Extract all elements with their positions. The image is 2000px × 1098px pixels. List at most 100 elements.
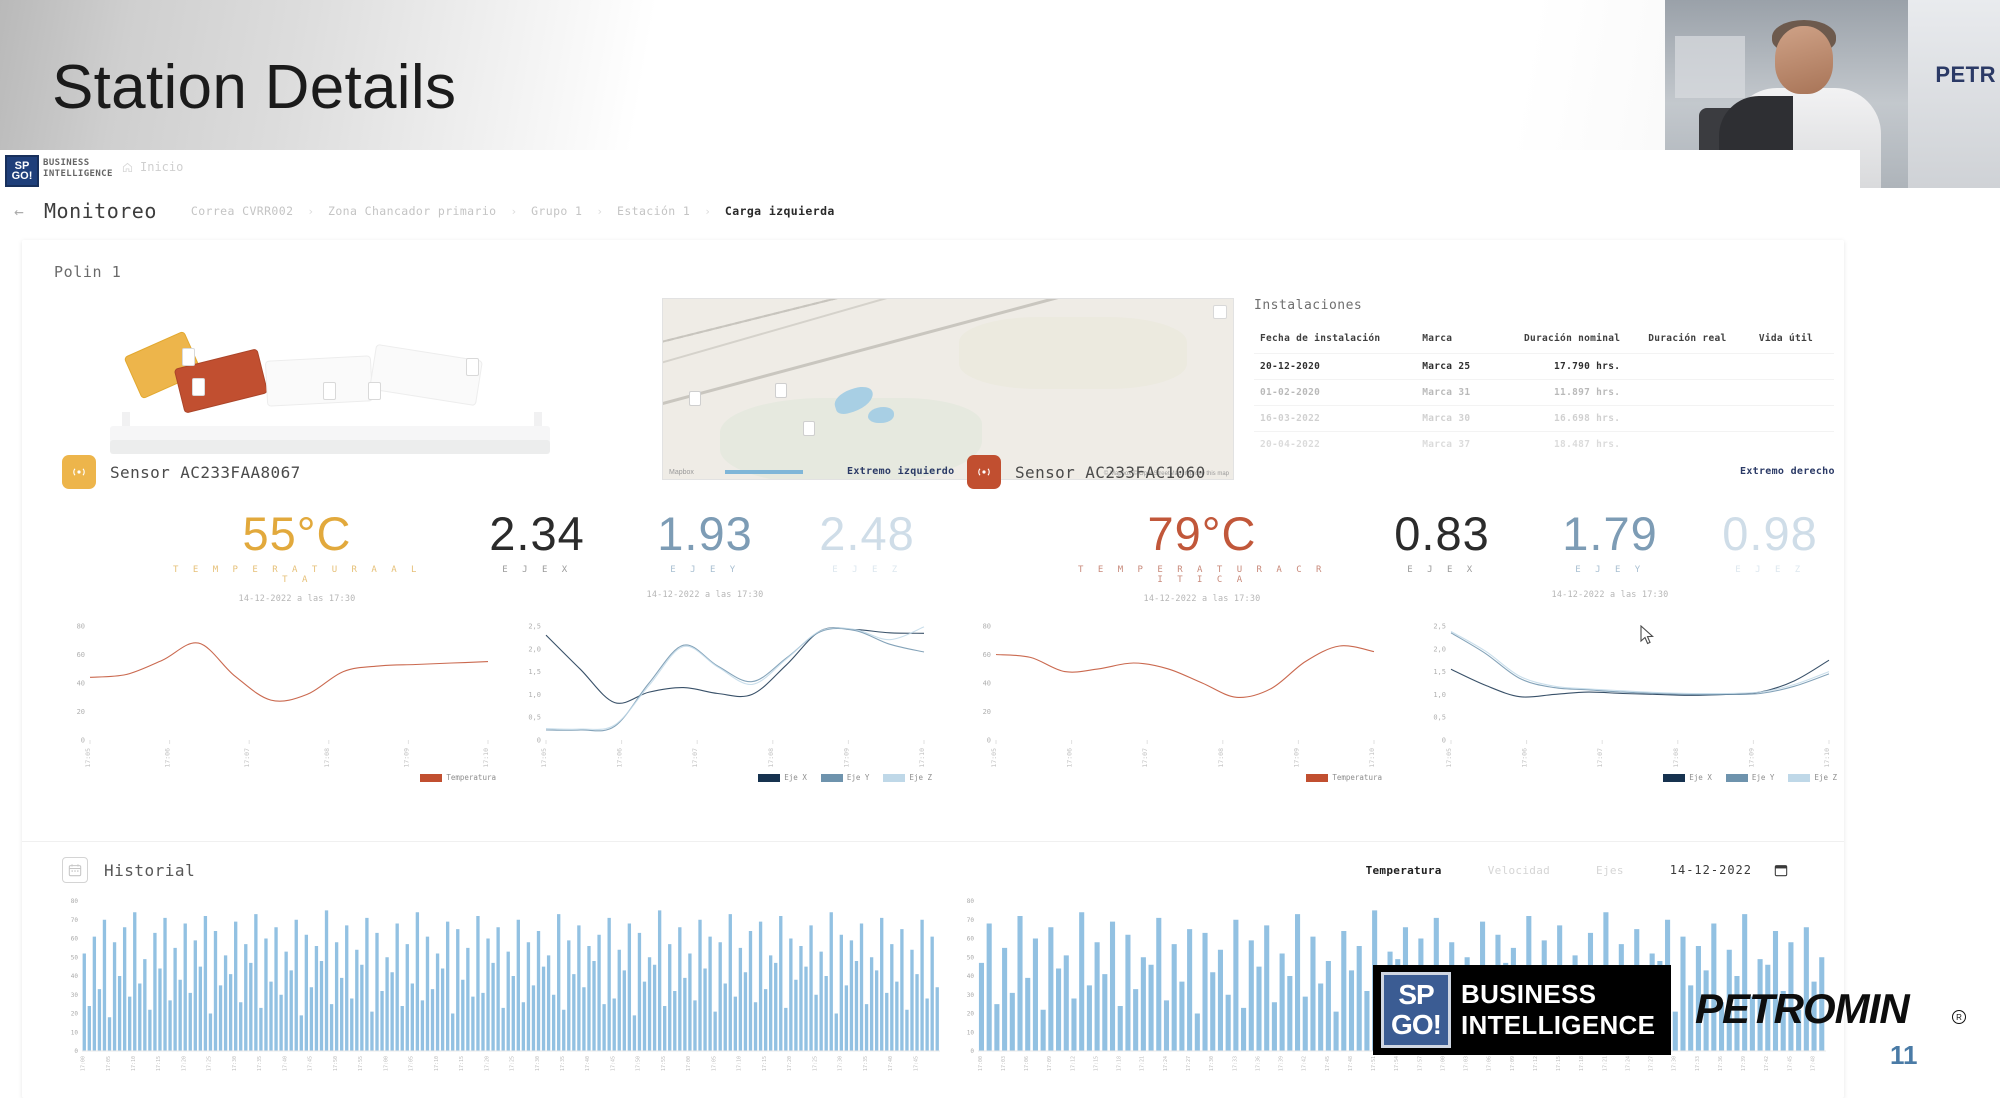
app-logo-go: GO! [11, 170, 33, 182]
map-marker-3[interactable] [803, 421, 815, 436]
svg-text:40: 40 [967, 973, 975, 980]
back-button[interactable]: ← [8, 202, 30, 221]
svg-text:17:15: 17:15 [762, 1056, 768, 1071]
instalaciones-panel: Instalaciones Fecha de instalación Marca D… [1254, 298, 1834, 480]
map-zoom-control[interactable] [1213, 305, 1227, 319]
svg-text:0: 0 [537, 737, 541, 745]
legend-label: Eje Y [1751, 773, 1775, 782]
petromin-registered-icon: R [1952, 1010, 1966, 1024]
legend-label: Eje Z [1814, 773, 1837, 782]
legend-swatch [883, 773, 906, 782]
svg-text:17:42: 17:42 [1764, 1056, 1770, 1071]
svg-text:17:00: 17:00 [81, 1056, 87, 1071]
metric-value: 1.93 [657, 507, 753, 560]
svg-text:17:08: 17:08 [323, 748, 331, 768]
map-scale-bar [725, 470, 803, 474]
svg-text:17:30: 17:30 [1672, 1056, 1678, 1071]
table-cell-marca: Marca 37 [1416, 431, 1490, 457]
svg-text:70: 70 [967, 917, 975, 924]
breadcrumb-item[interactable]: Grupo 1 [531, 204, 582, 218]
table-header-row: Fecha de instalación Marca Duración nomina… [1254, 329, 1834, 354]
svg-text:17:05: 17:05 [409, 1056, 415, 1071]
tab-ejes[interactable]: Ejes [1596, 864, 1624, 877]
svg-text:1,0: 1,0 [528, 691, 541, 699]
legend-item[interactable]: Temperatura [420, 773, 496, 782]
breadcrumb-item[interactable]: Estación 1 [617, 204, 690, 218]
svg-text:17:10: 17:10 [434, 1056, 440, 1071]
legend-item[interactable]: Temperatura [1306, 773, 1382, 782]
svg-text:80: 80 [77, 623, 85, 631]
tab-temperatura[interactable]: Temperatura [1366, 864, 1442, 877]
app-logo-icon[interactable]: SP GO! [5, 155, 39, 187]
axes-timestamp-left: 14-12-2022 a las 17:30 [620, 581, 790, 600]
legend-item[interactable]: Eje X [1663, 773, 1712, 782]
svg-text:17:09: 17:09 [1292, 748, 1300, 768]
chart-legend: Eje X Eje Y Eje Z [750, 773, 932, 782]
table-row[interactable]: 16-03-2022 Marca 30 16.698 hrs. [1254, 405, 1834, 432]
svg-text:17:10: 17:10 [918, 748, 926, 768]
breadcrumb-item[interactable]: Zona Chancador primario [328, 204, 496, 218]
breadcrumb-separator: › [307, 204, 315, 218]
legend-label: Eje Y [846, 773, 870, 782]
svg-text:17:00: 17:00 [978, 1056, 984, 1071]
svg-text:17:05: 17:05 [106, 1056, 112, 1071]
metric-eje-y-right: 1.79 E J E Y [1525, 510, 1695, 575]
svg-text:17:55: 17:55 [661, 1056, 667, 1071]
table-row[interactable]: 01-02-2020 Marca 31 11.897 hrs. [1254, 379, 1834, 406]
breadcrumb-item[interactable]: Carga izquierda [725, 204, 835, 218]
tab-velocidad[interactable]: Velocidad [1488, 864, 1550, 877]
axes-chart-left: 0 0,5 1,0 1,5 2,0 2,5 17:05 17:06 17:07 17:08 17:0… [512, 618, 932, 783]
table-column-header: Fecha de instalación [1260, 333, 1381, 344]
metric-eje-y-left: 1.93 E J E Y [620, 510, 790, 575]
svg-text:17:42: 17:42 [1302, 1056, 1308, 1071]
map-area-2 [959, 317, 1188, 389]
svg-text:17:15: 17:15 [1094, 1056, 1100, 1071]
breadcrumb-item[interactable]: Correa CVRR002 [191, 204, 294, 218]
metric-value: 0.83 [1394, 507, 1490, 560]
svg-text:70: 70 [71, 917, 79, 924]
svg-text:0: 0 [1442, 737, 1446, 745]
table-column-header: Marca [1422, 333, 1453, 344]
legend-item[interactable]: Eje Z [883, 773, 932, 782]
legend-item[interactable]: Eje Y [820, 773, 870, 782]
sensor-header-right: Sensor AC233FAC1060 [967, 455, 1206, 489]
petromin-logo: PETROMIN [1695, 985, 1910, 1032]
date-picker[interactable]: 14-12-2022 [1670, 863, 1788, 877]
svg-text:80: 80 [71, 898, 79, 905]
legend-item[interactable]: Eje X [758, 773, 807, 782]
table-column-header: Duración real [1648, 333, 1727, 344]
svg-text:17:57: 17:57 [1417, 1056, 1423, 1071]
signal-icon [73, 468, 85, 476]
svg-text:17:21: 17:21 [1140, 1056, 1146, 1071]
nav-item-inicio[interactable]: Inicio [122, 160, 183, 174]
webcam-brand-text: PETR [1935, 62, 1996, 87]
metric-value: 79°C [1147, 507, 1257, 560]
metric-timestamp: 14-12-2022 a las 17:30 [646, 590, 764, 600]
table-cell-nominal: 17.790 hrs. [1489, 353, 1643, 380]
map-marker-1[interactable] [689, 391, 701, 406]
table-row[interactable]: 20-12-2020 Marca 25 17.790 hrs. [1254, 353, 1834, 380]
legend-item[interactable]: Eje Z [1788, 773, 1837, 782]
svg-text:0: 0 [987, 737, 991, 745]
svg-text:0: 0 [74, 1048, 78, 1055]
metric-label: E J E Y [1575, 565, 1645, 575]
svg-text:17:05: 17:05 [84, 748, 92, 768]
svg-text:0: 0 [970, 1048, 974, 1055]
sensor-prefix-left: Sensor [110, 462, 171, 482]
table-row[interactable]: 20-04-2022 Marca 37 18.487 hrs. [1254, 431, 1834, 457]
sensor-label-left: Sensor AC233FAA8067 [110, 463, 301, 482]
signal-icon [978, 468, 990, 476]
legend-item[interactable]: Eje Y [1725, 773, 1775, 782]
svg-text:80: 80 [983, 623, 991, 631]
location-map[interactable]: Mapbox © Mapbox © OpenStreetMap Improve … [662, 298, 1234, 480]
webcam-person-head [1775, 26, 1833, 94]
svg-text:17:03: 17:03 [1001, 1056, 1007, 1071]
svg-text:17:09: 17:09 [1747, 748, 1755, 768]
svg-text:0,5: 0,5 [528, 714, 541, 722]
map-marker-2[interactable] [775, 383, 787, 398]
svg-text:17:10: 17:10 [737, 1056, 743, 1071]
svg-text:17:33: 17:33 [1232, 1056, 1238, 1071]
metric-value: 55°C [242, 507, 352, 560]
webcam-wall-panel [1675, 36, 1745, 98]
svg-text:20: 20 [983, 708, 991, 716]
